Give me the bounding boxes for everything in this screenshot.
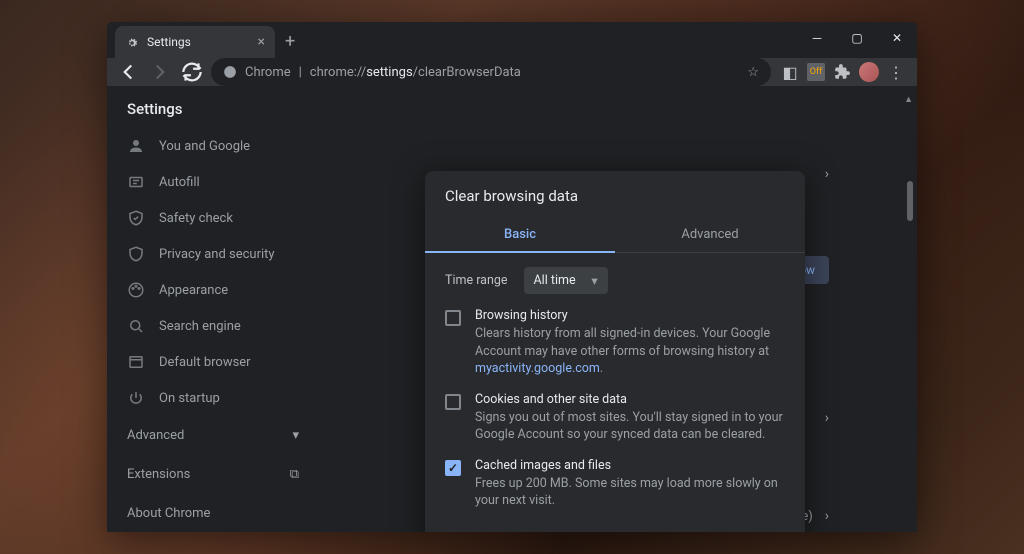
sidebar-item-safety-check[interactable]: Safety check: [107, 200, 319, 236]
tab-advanced[interactable]: Advanced: [615, 217, 805, 252]
sidebar-item-you-and-google[interactable]: You and Google: [107, 128, 319, 164]
time-range-label: Time range: [445, 273, 508, 288]
option-title: Cached images and files: [475, 458, 785, 473]
time-range-select[interactable]: All time: [524, 267, 608, 294]
option-title: Browsing history: [475, 308, 785, 323]
option-description: Signs you out of most sites. You'll stay…: [475, 409, 785, 444]
url-pre: chrome://: [310, 65, 366, 80]
chrome-icon: [223, 65, 237, 79]
sidebar-item-label: Default browser: [159, 355, 251, 370]
sidebar-item-label: Search engine: [159, 319, 241, 334]
checkbox-cached[interactable]: ✓: [445, 460, 461, 476]
sidebar-item-appearance[interactable]: Appearance: [107, 272, 319, 308]
power-icon: [127, 389, 145, 407]
autofill-icon: [127, 173, 145, 191]
extensions-area: ◧ Off ⋮: [777, 62, 909, 82]
clear-browsing-data-dialog: Clear browsing data Basic Advanced Time …: [425, 171, 805, 532]
chevron-right-icon[interactable]: ›: [825, 508, 829, 524]
back-button[interactable]: [115, 59, 141, 85]
checkbox-cookies[interactable]: [445, 394, 461, 410]
option-browsing-history: Browsing history Clears history from all…: [445, 308, 785, 378]
url-mid: settings: [366, 65, 412, 80]
option-description: Frees up 200 MB. Some sites may load mor…: [475, 475, 785, 510]
tab-basic[interactable]: Basic: [425, 217, 615, 252]
maximize-button[interactable]: ▢: [837, 22, 877, 54]
url-scheme: Chrome: [245, 65, 291, 80]
sidebar-item-label: About Chrome: [127, 506, 210, 521]
extension-icon[interactable]: Off: [807, 63, 825, 81]
sidebar-item-label: Privacy and security: [159, 247, 275, 262]
select-value: All time: [534, 273, 576, 288]
option-title: Cookies and other site data: [475, 392, 785, 407]
sidebar-item-label: Safety check: [159, 211, 233, 226]
close-icon[interactable]: ×: [258, 34, 265, 50]
browser-window: Settings × + ─ ▢ ✕ Chrome | chrome://set…: [107, 22, 917, 532]
sidebar-item-label: Extensions: [127, 467, 190, 482]
shield-check-icon: [127, 209, 145, 227]
chevron-right-icon[interactable]: ›: [825, 166, 829, 182]
browser-tab[interactable]: Settings ×: [115, 26, 275, 58]
sidebar-item-autofill[interactable]: Autofill: [107, 164, 319, 200]
url-divider: |: [299, 65, 302, 80]
star-icon[interactable]: ☆: [747, 65, 759, 80]
extensions-button[interactable]: [833, 63, 851, 81]
tab-strip: Settings × + ─ ▢ ✕: [107, 22, 917, 58]
address-bar[interactable]: Chrome | chrome://settings/clearBrowserD…: [211, 58, 771, 86]
dialog-tabs: Basic Advanced: [425, 217, 805, 253]
sidebar-item-label: Advanced: [127, 428, 184, 443]
settings-content: Settings You and Google Autofill Safety …: [107, 86, 917, 532]
forward-button[interactable]: [147, 59, 173, 85]
search-icon: [127, 317, 145, 335]
scroll-up-icon[interactable]: ▲: [904, 94, 913, 105]
profile-avatar[interactable]: [859, 62, 879, 82]
shield-icon: [127, 245, 145, 263]
browser-icon: [127, 353, 145, 371]
external-link-icon: ⧉: [290, 467, 299, 482]
sidebar-about[interactable]: About Chrome: [107, 494, 319, 532]
person-icon: [127, 137, 145, 155]
close-window-button[interactable]: ✕: [877, 22, 917, 54]
sidebar-item-label: Appearance: [159, 283, 228, 298]
option-cookies: Cookies and other site data Signs you ou…: [445, 392, 785, 444]
settings-sidebar: Settings You and Google Autofill Safety …: [107, 86, 319, 532]
new-tab-button[interactable]: +: [285, 31, 295, 52]
window-controls: ─ ▢ ✕: [797, 22, 917, 54]
sidebar-advanced[interactable]: Advanced ▾: [107, 416, 319, 455]
menu-button[interactable]: ⋮: [887, 63, 905, 81]
extension-icon[interactable]: ◧: [781, 63, 799, 81]
url-post: /clearBrowserData: [413, 65, 521, 80]
sidebar-item-label: Autofill: [159, 175, 200, 190]
reload-button[interactable]: [179, 59, 205, 85]
sidebar-item-default-browser[interactable]: Default browser: [107, 344, 319, 380]
settings-title: Settings: [107, 100, 319, 128]
sidebar-item-label: On startup: [159, 391, 220, 406]
scrollbar-thumb[interactable]: [907, 181, 913, 221]
sidebar-item-label: You and Google: [159, 139, 250, 154]
dialog-title: Clear browsing data: [425, 171, 805, 217]
dialog-body: Time range All time Browsing history Cle…: [425, 253, 805, 532]
option-cached: ✓ Cached images and files Frees up 200 M…: [445, 458, 785, 510]
myactivity-link[interactable]: myactivity.google.com: [475, 361, 600, 376]
palette-icon: [127, 281, 145, 299]
chevron-right-icon[interactable]: ›: [825, 410, 829, 426]
gear-icon: [125, 35, 139, 49]
sidebar-extensions[interactable]: Extensions ⧉: [107, 455, 319, 494]
sidebar-item-search-engine[interactable]: Search engine: [107, 308, 319, 344]
sidebar-item-privacy[interactable]: Privacy and security: [107, 236, 319, 272]
checkbox-browsing-history[interactable]: [445, 310, 461, 326]
browser-toolbar: Chrome | chrome://settings/clearBrowserD…: [107, 58, 917, 86]
option-description: Clears history from all signed-in device…: [475, 325, 785, 378]
sidebar-item-on-startup[interactable]: On startup: [107, 380, 319, 416]
tab-title: Settings: [147, 35, 191, 49]
minimize-button[interactable]: ─: [797, 22, 837, 54]
chevron-down-icon: ▾: [292, 428, 299, 443]
